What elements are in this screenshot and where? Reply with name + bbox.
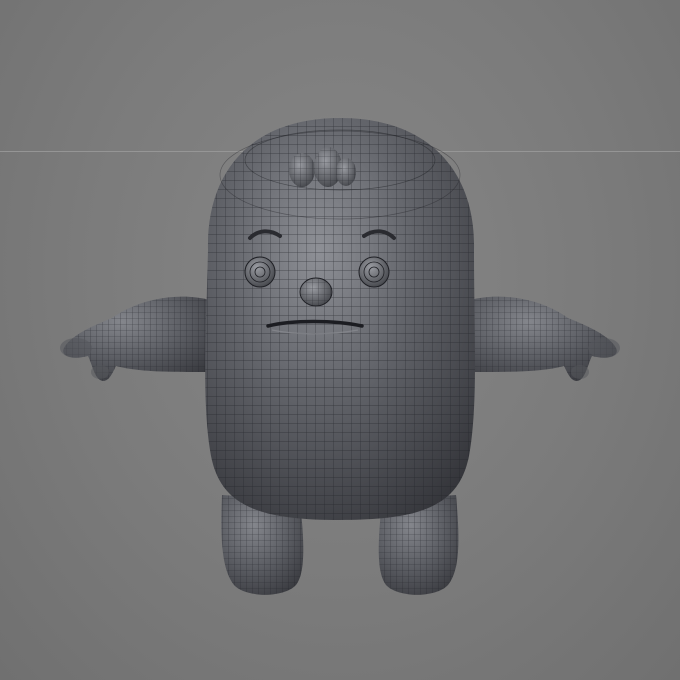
nose[interactable] — [299, 277, 333, 307]
right-eye[interactable] — [358, 256, 390, 288]
3d-viewport[interactable] — [0, 0, 680, 680]
character-wireframe-model[interactable] — [0, 0, 680, 680]
right-arm[interactable] — [470, 296, 617, 381]
left-arm[interactable] — [63, 296, 211, 381]
left-eye[interactable] — [244, 256, 276, 288]
